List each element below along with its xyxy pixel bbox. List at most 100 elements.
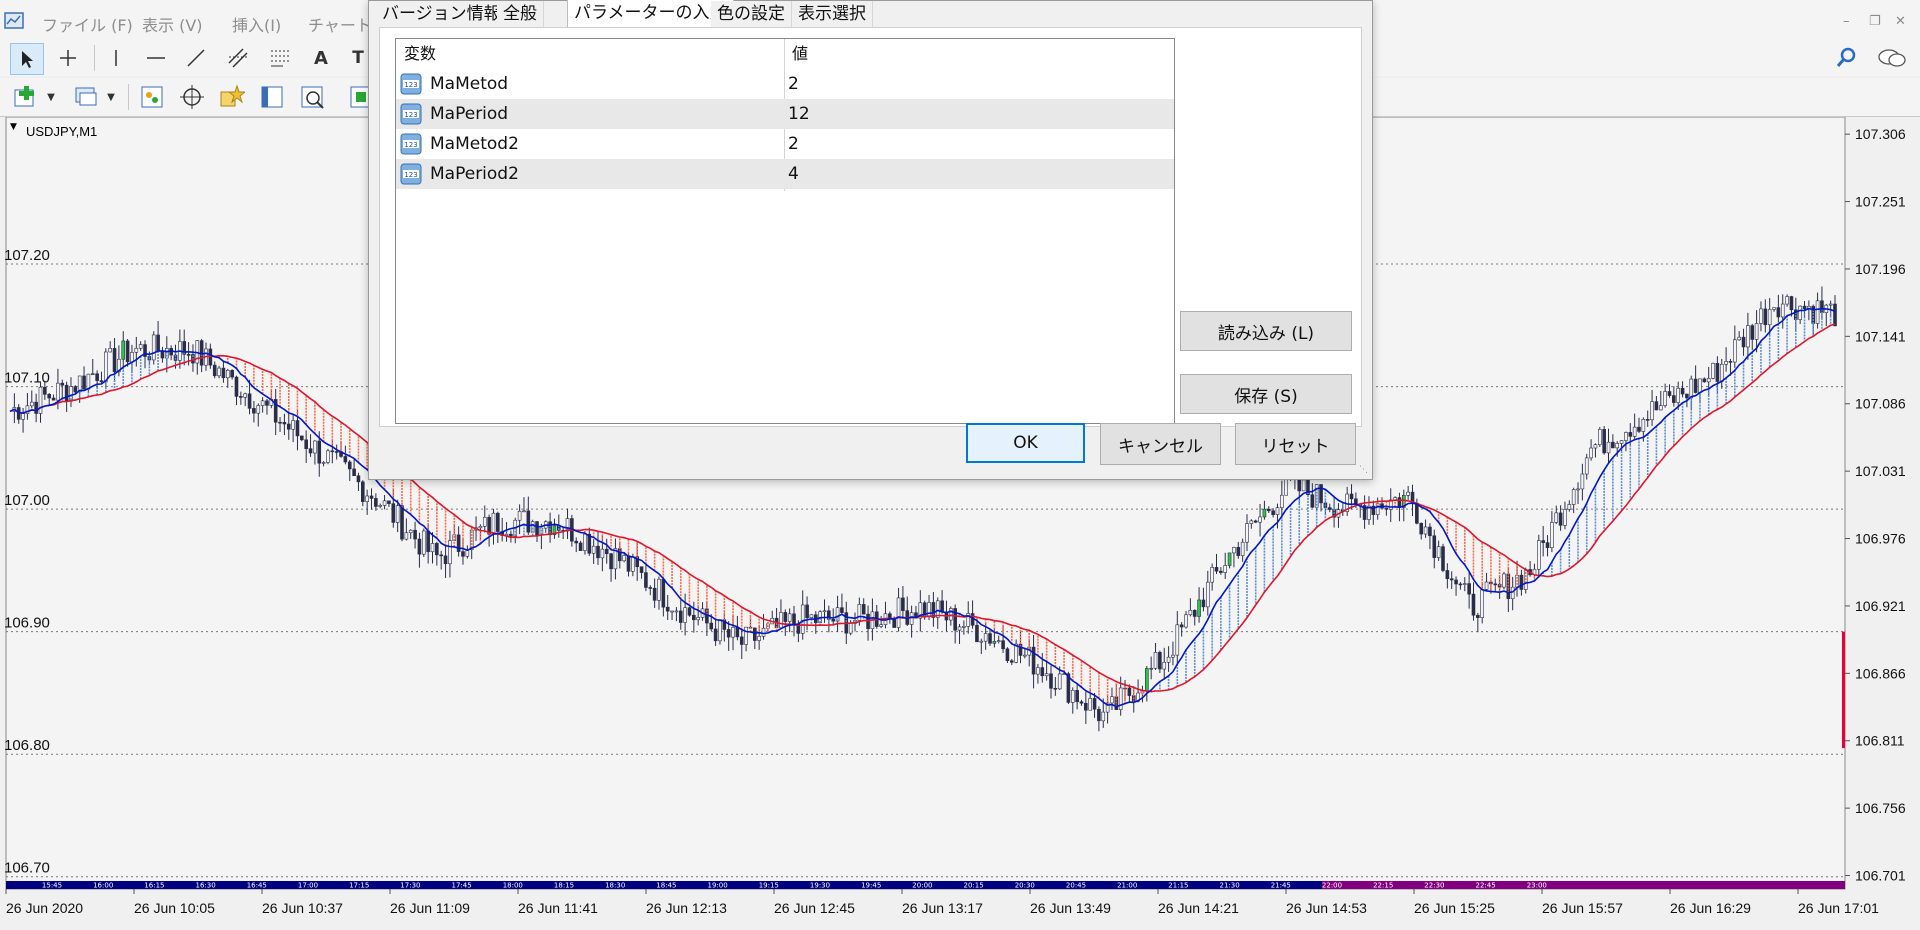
candle-body (1179, 624, 1184, 628)
candle-body (1266, 508, 1271, 512)
chevron-down-icon[interactable]: ▼ (44, 82, 58, 112)
tab-general[interactable]: 全般 (497, 1, 544, 27)
candle-body (95, 373, 99, 381)
strategy-tester-icon[interactable] (296, 82, 328, 112)
candle-body (317, 440, 322, 464)
candle-body (718, 619, 722, 642)
session-tick-label: 20:30 (1015, 882, 1035, 890)
candle-body (456, 534, 461, 552)
text-icon[interactable]: A (305, 43, 337, 73)
candle-body (757, 635, 761, 641)
candle-body (831, 619, 836, 622)
cancel-button[interactable]: キャンセル (1100, 423, 1221, 465)
close-icon[interactable]: ✕ (1895, 14, 1906, 29)
navigator-icon[interactable] (176, 82, 208, 112)
chevron-down-icon[interactable]: ▼ (10, 122, 17, 132)
candle-body (631, 556, 635, 572)
x-tick-label: 26 Jun 11:09 (390, 900, 470, 916)
crosshair-icon[interactable] (52, 43, 84, 73)
x-tick-label: 26 Jun 12:13 (646, 900, 727, 916)
x-tick-label: 26 Jun 15:57 (1542, 900, 1623, 916)
parameter-value[interactable]: 2 (788, 69, 799, 99)
candle-body (104, 351, 108, 383)
parameter-row[interactable]: 123 MaMetod 2 (396, 69, 1174, 99)
session-tick-label: 21:00 (1117, 882, 1137, 890)
candle-body (374, 498, 378, 507)
tab-visualization[interactable]: 表示選択 (792, 1, 873, 27)
candle-body (1519, 574, 1524, 590)
chevron-down-icon[interactable]: ▼ (104, 82, 118, 112)
chat-icon[interactable] (1876, 43, 1908, 73)
candle-body (417, 538, 422, 555)
menu-view[interactable]: 表示 (V) (142, 12, 203, 36)
candle-body (391, 503, 396, 523)
candle-body (387, 500, 391, 504)
menu-file[interactable]: ファイル (F) (42, 12, 133, 36)
candle-body (134, 347, 139, 353)
candle-body (1589, 447, 1593, 459)
candle-body (713, 628, 718, 642)
profiles-icon[interactable] (70, 82, 102, 112)
candle-body (1097, 708, 1101, 722)
candle-body (1541, 540, 1545, 543)
candle-body (1084, 702, 1088, 711)
search-icon[interactable] (1830, 43, 1862, 73)
candle-body (1711, 363, 1715, 379)
x-tick-label: 26 Jun 10:37 (262, 900, 343, 916)
candle-body (1271, 510, 1275, 515)
parameter-value[interactable]: 12 (788, 99, 810, 129)
reset-button[interactable]: リセット (1235, 423, 1356, 465)
session-tick-label: 20:00 (912, 882, 932, 890)
candle-body (578, 542, 583, 551)
session-tick-label: 17:00 (298, 882, 318, 890)
session-tick-label: 16:15 (144, 882, 164, 890)
ok-button[interactable]: OK (966, 423, 1085, 463)
candle-body (1611, 441, 1615, 449)
mt4-app-icon[interactable] (4, 10, 26, 32)
parameter-row[interactable]: 123 MaMetod2 2 (396, 129, 1174, 159)
candle-body (47, 394, 52, 399)
candle-body (879, 624, 883, 627)
tab-input-parameters[interactable]: パラメーターの入力 (567, 0, 734, 28)
column-header-value[interactable]: 値 (784, 39, 808, 69)
candle-body (378, 505, 383, 507)
x-tick-label: 26 Jun 17:01 (1798, 900, 1879, 916)
restore-icon[interactable]: ❐ (1869, 14, 1881, 29)
parameter-row[interactable]: 123 MaPeriod 12 (396, 99, 1174, 129)
save-button[interactable]: 保存 (S) (1180, 374, 1352, 414)
candle-body (940, 600, 944, 613)
candle-body (217, 367, 221, 377)
new-order-icon[interactable] (348, 82, 368, 112)
tab-version-info[interactable]: バージョン情報 (376, 1, 508, 27)
terminal-icon[interactable] (256, 82, 288, 112)
horizontal-line-icon[interactable] (140, 43, 172, 73)
candle-body (692, 614, 696, 621)
parameter-value[interactable]: 2 (788, 129, 799, 159)
data-window-icon[interactable] (216, 82, 248, 112)
parameter-value[interactable]: 4 (788, 159, 799, 189)
candle-body (1184, 614, 1188, 628)
candle-body (1558, 512, 1563, 526)
tab-colors[interactable]: 色の設定 (711, 1, 792, 27)
equidistant-channel-icon[interactable] (222, 43, 254, 73)
candle-body (1815, 300, 1820, 324)
column-header-variable[interactable]: 変数 (396, 39, 436, 69)
minimize-icon[interactable]: – (1843, 14, 1850, 29)
vertical-line-icon[interactable] (100, 43, 132, 73)
new-chart-icon[interactable] (10, 82, 42, 112)
candle-body (731, 626, 735, 638)
candle-body (1719, 363, 1724, 382)
candle-body (1023, 654, 1027, 657)
load-button[interactable]: 読み込み (L) (1180, 311, 1352, 351)
menu-insert[interactable]: 挿入(I) (232, 12, 281, 36)
market-watch-icon[interactable] (136, 82, 168, 112)
cursor-arrow-icon[interactable] (10, 43, 44, 75)
parameter-row[interactable]: 123 MaPeriod2 4 (396, 159, 1174, 189)
candle-body (1153, 652, 1158, 669)
candle-body (652, 587, 657, 601)
candle-body (892, 619, 896, 628)
fibonacci-icon[interactable] (264, 43, 296, 73)
trendline-icon[interactable] (180, 43, 212, 73)
resize-grip-icon[interactable]: ⋱ (1359, 465, 1368, 475)
candle-body (1415, 502, 1419, 524)
